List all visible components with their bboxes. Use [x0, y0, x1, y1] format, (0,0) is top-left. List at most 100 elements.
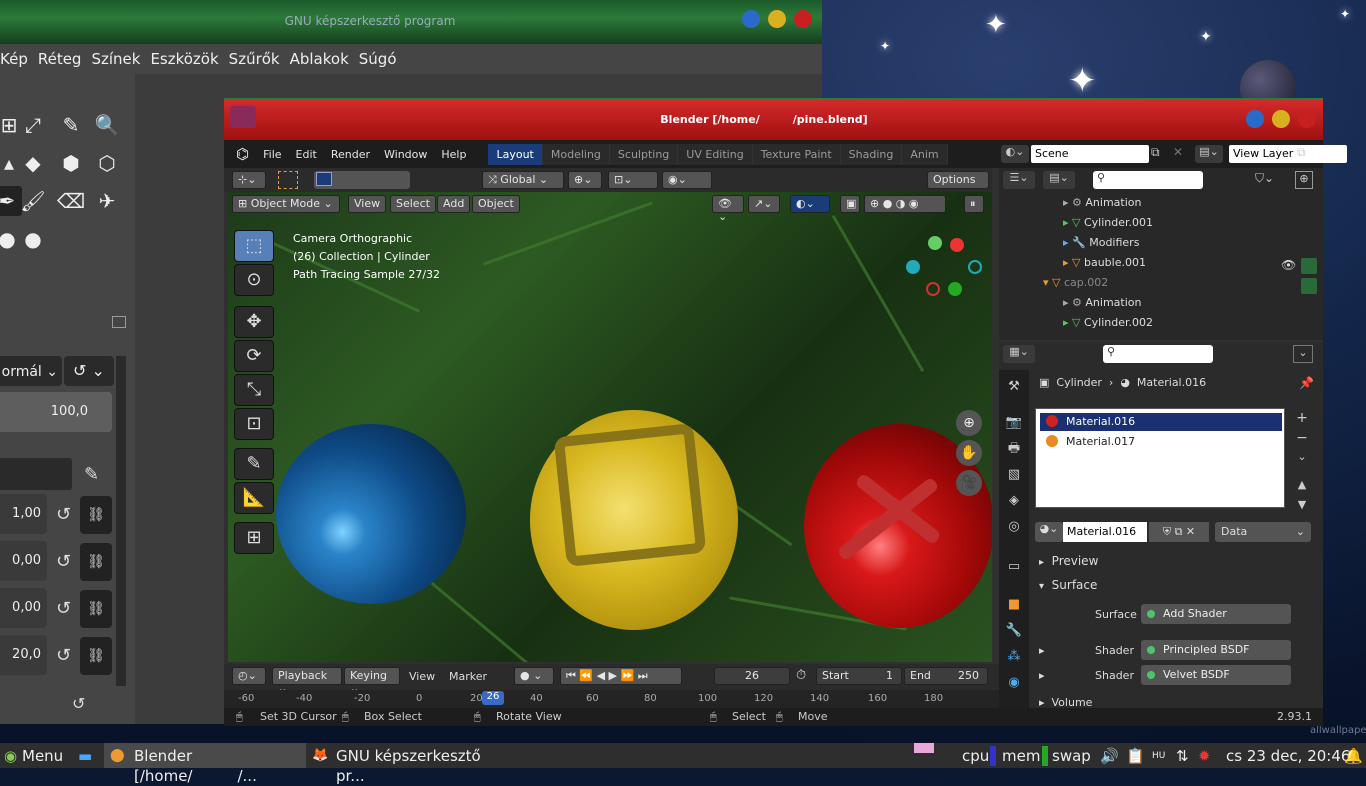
neg-axis-icon[interactable] — [948, 282, 962, 296]
visibility-icon[interactable]: 👁⌄ — [712, 195, 744, 223]
move-up-icon[interactable]: ▲ — [1293, 478, 1311, 496]
menu-add[interactable]: Add — [437, 195, 471, 213]
start-frame-field[interactable]: Start 1 — [816, 667, 902, 685]
properties-search-input[interactable]: ⚲ — [1103, 345, 1213, 363]
start-menu-button[interactable]: Menu — [22, 746, 63, 766]
x-axis-icon[interactable] — [950, 238, 964, 252]
snap-icon[interactable]: ⊡⌄ — [608, 171, 658, 189]
neg-axis-icon[interactable] — [968, 260, 982, 274]
z-axis-icon[interactable] — [906, 260, 920, 274]
link-icon[interactable]: ⛓ — [80, 496, 112, 534]
tab-layout[interactable]: Layout — [488, 143, 543, 165]
show-desktop-icon[interactable]: ▬ — [78, 746, 92, 766]
shear-tool-icon[interactable]: ◆ — [18, 148, 48, 178]
3d-transform-icon[interactable]: ⬡ — [92, 148, 122, 178]
annotate-tool-icon[interactable]: ✎ — [234, 448, 274, 480]
tool-tab-icon[interactable]: ⚒ — [1003, 376, 1025, 398]
gimp-titlebar[interactable]: GNU képszerkesztő program — [0, 0, 822, 44]
scene-tab-icon[interactable]: ◈ — [1003, 490, 1025, 512]
outliner-item[interactable]: ▸ ⚙ Animation — [1063, 296, 1141, 316]
update-icon[interactable]: ✹ — [1198, 746, 1211, 766]
timeline-ruler[interactable]: -60 -40 -20 0 20 26 40 60 80 100 120 140… — [224, 690, 999, 708]
mode-select[interactable]: ormál ⌄ — [0, 356, 62, 386]
stopwatch-icon[interactable]: ⏱ — [796, 668, 806, 683]
shader1-field[interactable]: Principled BSDF — [1141, 640, 1291, 660]
outliner-item[interactable]: ▾ ▽ cap.002 — [1043, 276, 1108, 296]
view-layer-icon[interactable]: ▤⌄ — [1195, 145, 1223, 163]
overlay-icon[interactable]: ◐⌄ — [790, 195, 830, 213]
reset-mode-button[interactable]: ↺ ⌄ — [64, 356, 114, 386]
current-frame-field[interactable]: 26 — [714, 667, 790, 685]
shader1-row[interactable]: ▸ Shader — [1039, 644, 1134, 657]
outliner-editor-icon[interactable]: ☰⌄ — [1003, 171, 1035, 189]
keyboard-layout-icon[interactable]: HU — [1152, 746, 1165, 766]
task-blender[interactable]: ⬤ Blender [/home/ /... — [104, 743, 306, 785]
outliner-item[interactable]: ▸ 🔧 Modifiers — [1063, 236, 1139, 256]
rotate-tool-icon[interactable]: ⟳ — [234, 340, 274, 372]
volume-panel-header[interactable]: ▸ Volume — [1039, 696, 1092, 708]
airbrush-icon[interactable]: ✈ — [92, 186, 122, 216]
timeline-marker-menu[interactable]: Marker — [449, 670, 487, 683]
browse-material-icon[interactable]: ◕⌄ — [1035, 522, 1063, 542]
view-layer-field[interactable]: View Layer — [1229, 145, 1347, 163]
navigation-gizmo[interactable] — [906, 232, 992, 302]
link-icon[interactable]: ⛓ — [80, 637, 112, 675]
timeline-editor-icon[interactable]: ◴⌄ — [232, 667, 266, 685]
collection-tab-icon[interactable]: ▭ — [1003, 556, 1025, 578]
outliner-item[interactable]: ▸ ▽ Cylinder.001 — [1063, 216, 1153, 236]
copy-icon[interactable]: ⧉ — [1297, 145, 1313, 163]
view-layer-tab-icon[interactable]: ▧ — [1003, 464, 1025, 486]
outliner-item[interactable]: ▸ ⚙ Animation — [1063, 196, 1141, 216]
volume-icon[interactable]: 🔊 — [1100, 746, 1119, 766]
edit-brush-icon[interactable]: ✎ — [84, 464, 99, 485]
eraser-icon[interactable]: ⌫ — [56, 186, 86, 216]
zoom-icon[interactable]: 🔍 — [92, 110, 122, 140]
current-frame-marker[interactable]: 26 — [482, 691, 504, 705]
preview-panel-header[interactable]: ▸ Preview — [1039, 554, 1098, 568]
menu-view[interactable]: View — [348, 195, 387, 213]
xray-icon[interactable]: ▣ — [840, 195, 860, 213]
y-axis-icon[interactable] — [928, 236, 942, 250]
scene-icon[interactable]: ◐⌄ — [1001, 145, 1029, 163]
particles-tab-icon[interactable]: ⁂ — [1003, 646, 1025, 668]
camera-icon[interactable] — [1301, 278, 1317, 294]
blender-logo-icon[interactable]: ⌬ — [236, 145, 249, 163]
select-tool-icon[interactable]: ⬚ — [234, 230, 274, 262]
pivot-point-icon[interactable]: ⊕⌄ — [568, 171, 602, 189]
slot-menu-icon[interactable]: ⌄ — [1293, 450, 1311, 468]
link-select[interactable]: Data ⌄ — [1215, 522, 1311, 542]
surface-shader-field[interactable]: Add Shader — [1141, 604, 1291, 624]
physics-tab-icon[interactable]: ◉ — [1003, 672, 1025, 694]
cursor-tool-icon[interactable]: ⊙ — [234, 264, 274, 296]
opacity-field[interactable]: 100,0 — [0, 392, 112, 432]
menu-eszkozok[interactable]: Eszközök — [150, 50, 218, 68]
modifier-tab-icon[interactable]: 🔧 — [1003, 620, 1025, 642]
notifications-icon[interactable]: 🔔 — [1344, 746, 1363, 766]
proportional-edit-icon[interactable]: ◉⌄ — [662, 171, 712, 189]
tab-shading[interactable]: Shading — [840, 143, 903, 165]
editor-type-button[interactable]: ⊹⌄ — [232, 171, 266, 189]
camera-view-icon[interactable]: 🎥 — [956, 470, 982, 496]
scale-tool-icon[interactable]: ⤡ — [234, 374, 274, 406]
menu-help[interactable]: Help — [441, 148, 466, 161]
panel-config-icon[interactable] — [112, 316, 126, 328]
copy-icon[interactable]: ⧉ — [1151, 145, 1167, 163]
chevron-down-icon[interactable]: ⌄ — [1293, 345, 1313, 363]
filter-icon[interactable]: ⛉⌄ — [1255, 171, 1285, 189]
material-slot[interactable]: Material.017 — [1040, 433, 1282, 451]
neg-axis-icon[interactable] — [926, 282, 940, 296]
menu-render[interactable]: Render — [331, 148, 370, 161]
spacing-spin[interactable]: 20,0 — [0, 635, 47, 675]
reset-icon[interactable]: ↺ — [56, 504, 71, 525]
shading-mode-icons[interactable]: ⊕ ● ◑ ◉ — [864, 195, 946, 213]
camera-icon[interactable] — [1301, 258, 1317, 274]
selection-mode-icons[interactable] — [314, 171, 410, 189]
menu-edit[interactable]: Edit — [296, 148, 317, 161]
remove-slot-icon[interactable]: − — [1293, 430, 1311, 448]
smudge-icon[interactable]: ● — [18, 224, 48, 254]
transform-tool-icon[interactable]: ⤢ — [18, 110, 48, 140]
measure-tool-icon[interactable]: 📐 — [234, 482, 274, 514]
options-button[interactable]: Options ⌄ — [927, 171, 989, 199]
clock[interactable]: cs 23 dec, 20:46 — [1226, 746, 1350, 766]
reset-icon[interactable]: ↺ — [56, 598, 71, 619]
